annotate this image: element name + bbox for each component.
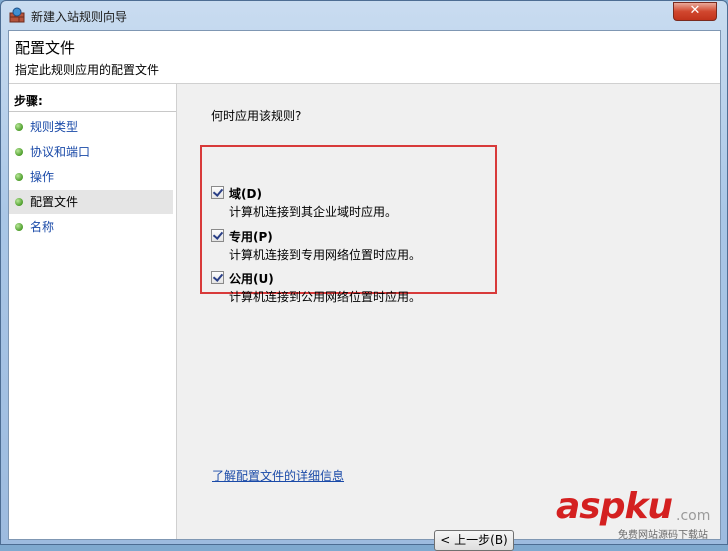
wizard-window: 新建入站规则向导 ✕ 配置文件 指定此规则应用的配置文件 步骤: 规则类型 协议… (0, 0, 728, 551)
step-label: 配置文件 (30, 195, 79, 209)
step-bullet-icon (15, 148, 23, 156)
step-label: 操作 (30, 170, 55, 184)
title-bar[interactable]: 新建入站规则向导 ✕ (1, 1, 727, 29)
watermark-domain: .com (676, 508, 711, 524)
option-description: 计算机连接到专用网络位置时应用。 (229, 248, 422, 262)
step-label: 规则类型 (30, 120, 79, 134)
steps-divider (9, 111, 176, 112)
step-bullet-icon (15, 123, 23, 131)
watermark-tagline: 免费网站源码下载站 (618, 530, 708, 541)
option-label: 专用(P) (229, 230, 273, 244)
page-title: 配置文件 (15, 39, 76, 57)
steps-sidebar: 步骤: 规则类型 协议和端口 操作 配置文件 名称 (9, 84, 177, 539)
wizard-client-area: 配置文件 指定此规则应用的配置文件 步骤: 规则类型 协议和端口 操作 配置文件 (8, 30, 721, 551)
step-bullet-icon (15, 173, 23, 181)
window-title: 新建入站规则向导 (31, 10, 128, 24)
step-profile[interactable]: 配置文件 (9, 190, 173, 214)
step-rule-type[interactable]: 规则类型 (9, 115, 173, 139)
step-protocol-ports[interactable]: 协议和端口 (9, 140, 173, 164)
step-bullet-icon (15, 198, 23, 206)
question-text: 何时应用该规则? (211, 109, 302, 123)
option-description: 计算机连接到公用网络位置时应用。 (229, 290, 422, 304)
step-action[interactable]: 操作 (9, 165, 173, 189)
wizard-header: 配置文件 指定此规则应用的配置文件 (9, 31, 720, 84)
option-label: 域(D) (229, 187, 262, 201)
step-bullet-icon (15, 223, 23, 231)
option-description: 计算机连接到其企业域时应用。 (229, 205, 398, 219)
learn-more-link[interactable]: 了解配置文件的详细信息 (212, 467, 344, 484)
close-button[interactable]: ✕ (673, 2, 717, 21)
back-button[interactable]: < 上一步(B) (434, 530, 514, 551)
step-name[interactable]: 名称 (9, 215, 173, 239)
wizard-content: 何时应用该规则? 域(D) 计算机连接到其企业域时应用。 专用(P) 计算机连接… (177, 84, 720, 551)
step-label: 协议和端口 (30, 145, 91, 159)
firewall-app-icon (9, 7, 25, 23)
private-checkbox[interactable] (211, 229, 224, 242)
steps-title: 步骤: (14, 94, 43, 108)
watermark-brand: aspku (556, 486, 673, 527)
option-label: 公用(U) (229, 272, 274, 286)
page-subtitle: 指定此规则应用的配置文件 (15, 63, 160, 77)
domain-checkbox[interactable] (211, 186, 224, 199)
public-checkbox[interactable] (211, 271, 224, 284)
step-label: 名称 (30, 220, 55, 234)
close-icon: ✕ (689, 3, 701, 18)
